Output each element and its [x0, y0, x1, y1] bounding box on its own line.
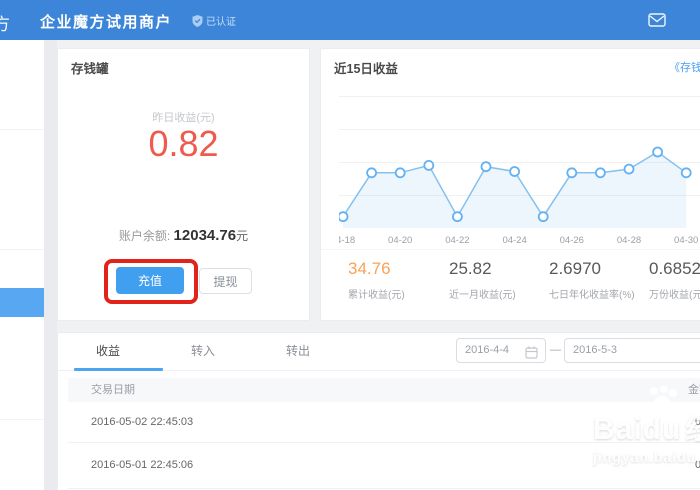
svg-text:04-26: 04-26 — [560, 235, 584, 246]
balance-value: 12034.76 — [174, 227, 237, 244]
sidebar-item-selected[interactable] — [0, 288, 44, 317]
agreement-link[interactable]: 《存钱 — [669, 59, 700, 75]
stat-value: 25.82 — [449, 259, 516, 279]
table-header-row: 交易日期 金额 — [68, 378, 700, 402]
top-header: 方 企业魔方试用商户 已认证 — [0, 0, 700, 40]
date-from-value: 2016-4-4 — [465, 344, 509, 356]
stat-value: 0.6852 — [649, 259, 700, 279]
transaction-amount: 0. — [695, 443, 700, 488]
verified-badge: 已认证 — [192, 13, 236, 28]
transactions-table: 交易日期 金额 2016-05-02 22:45:03 0. 2016-05-0… — [68, 378, 700, 489]
app-title: 企业魔方试用商户 — [40, 11, 172, 32]
line-chart: 04-18 04-20 04-22 04-24 04-26 04-28 04-30 — [339, 96, 700, 251]
sidebar — [0, 40, 44, 490]
account-balance: 账户余额: 12034.76元 — [58, 227, 309, 244]
stat-cumulative-earnings: 34.76 累计收益(元) — [348, 259, 405, 301]
sidebar-divider — [0, 129, 44, 130]
transaction-amount: 0. — [695, 402, 700, 442]
tab-earnings[interactable]: 收益 — [61, 333, 155, 370]
svg-text:04-24: 04-24 — [502, 235, 526, 246]
stat-seven-day-yield: 2.6970 七日年化收益率(%) — [549, 259, 635, 301]
tab-transfer-out[interactable]: 转出 — [251, 333, 345, 370]
earnings-chart: 04-18 04-20 04-22 04-24 04-26 04-28 04-30 — [339, 96, 700, 251]
date-range-separator: — — [550, 338, 561, 363]
piggy-card-title: 存钱罐 — [71, 58, 109, 77]
svg-text:04-28: 04-28 — [617, 235, 641, 246]
recharge-button[interactable]: 充值 — [116, 267, 184, 294]
stat-value: 2.6970 — [549, 259, 635, 279]
calendar-icon[interactable] — [525, 345, 538, 368]
records-card: 收益 转入 转出 2016-4-4 — 2016-5-3 — [57, 332, 700, 490]
date-to-input[interactable]: 2016-5-3 — [564, 338, 700, 363]
yesterday-earnings-value: 0.82 — [58, 123, 309, 165]
page: 方 企业魔方试用商户 已认证 存钱罐 昨日收益(元) 0.82 账户余额: — [0, 0, 700, 490]
transaction-date: 2016-05-02 22:45:03 — [91, 416, 193, 428]
sidebar-divider — [0, 419, 44, 420]
table-row: 2016-05-01 22:45:06 0. — [68, 443, 700, 489]
stat-month-earnings: 25.82 近一月收益(元) — [449, 259, 516, 301]
earnings-card: 近15日收益 《存钱 04-18 04-20 04-22 04-24 04-26 04-2… — [320, 48, 700, 321]
withdraw-button[interactable]: 提现 — [199, 268, 252, 294]
svg-text:04-30: 04-30 — [674, 235, 698, 246]
tab-transfer-in[interactable]: 转入 — [156, 333, 250, 370]
stat-label: 万份收益(元) — [649, 286, 700, 301]
earnings-card-title: 近15日收益 — [334, 58, 398, 77]
balance-unit: 元 — [236, 229, 248, 243]
transaction-date: 2016-05-01 22:45:06 — [91, 459, 193, 471]
date-to-value: 2016-5-3 — [573, 344, 617, 356]
date-column-header: 交易日期 — [91, 384, 135, 396]
mail-icon[interactable] — [648, 12, 666, 28]
stat-value: 34.76 — [348, 259, 405, 279]
svg-text:04-22: 04-22 — [445, 235, 469, 246]
stats-row: 34.76 累计收益(元) 25.82 近一月收益(元) 2.6970 七日年化… — [321, 249, 700, 322]
stat-label: 累计收益(元) — [348, 286, 405, 301]
active-tab-underline — [74, 368, 163, 371]
logo-fragment: 方 — [0, 10, 10, 35]
piggy-bank-card: 存钱罐 昨日收益(元) 0.82 账户余额: 12034.76元 充值 提现 — [57, 48, 310, 321]
sidebar-gap — [44, 40, 57, 490]
shield-icon — [192, 15, 203, 27]
sidebar-divider — [0, 249, 44, 250]
stat-per-ten-thousand: 0.6852 万份收益(元) — [649, 259, 700, 301]
stat-label: 近一月收益(元) — [449, 286, 516, 301]
table-row: 2016-05-02 22:45:03 0. — [68, 402, 700, 443]
stat-label: 七日年化收益率(%) — [549, 286, 635, 301]
balance-label: 账户余额: — [119, 229, 170, 243]
svg-text:04-20: 04-20 — [388, 235, 412, 246]
svg-text:04-18: 04-18 — [339, 235, 355, 246]
verified-badge-label: 已认证 — [206, 13, 236, 28]
tabs-row: 收益 转入 转出 2016-4-4 — 2016-5-3 — [58, 333, 700, 371]
date-from-input[interactable]: 2016-4-4 — [456, 338, 546, 363]
amount-column-header: 金额 — [688, 378, 700, 402]
